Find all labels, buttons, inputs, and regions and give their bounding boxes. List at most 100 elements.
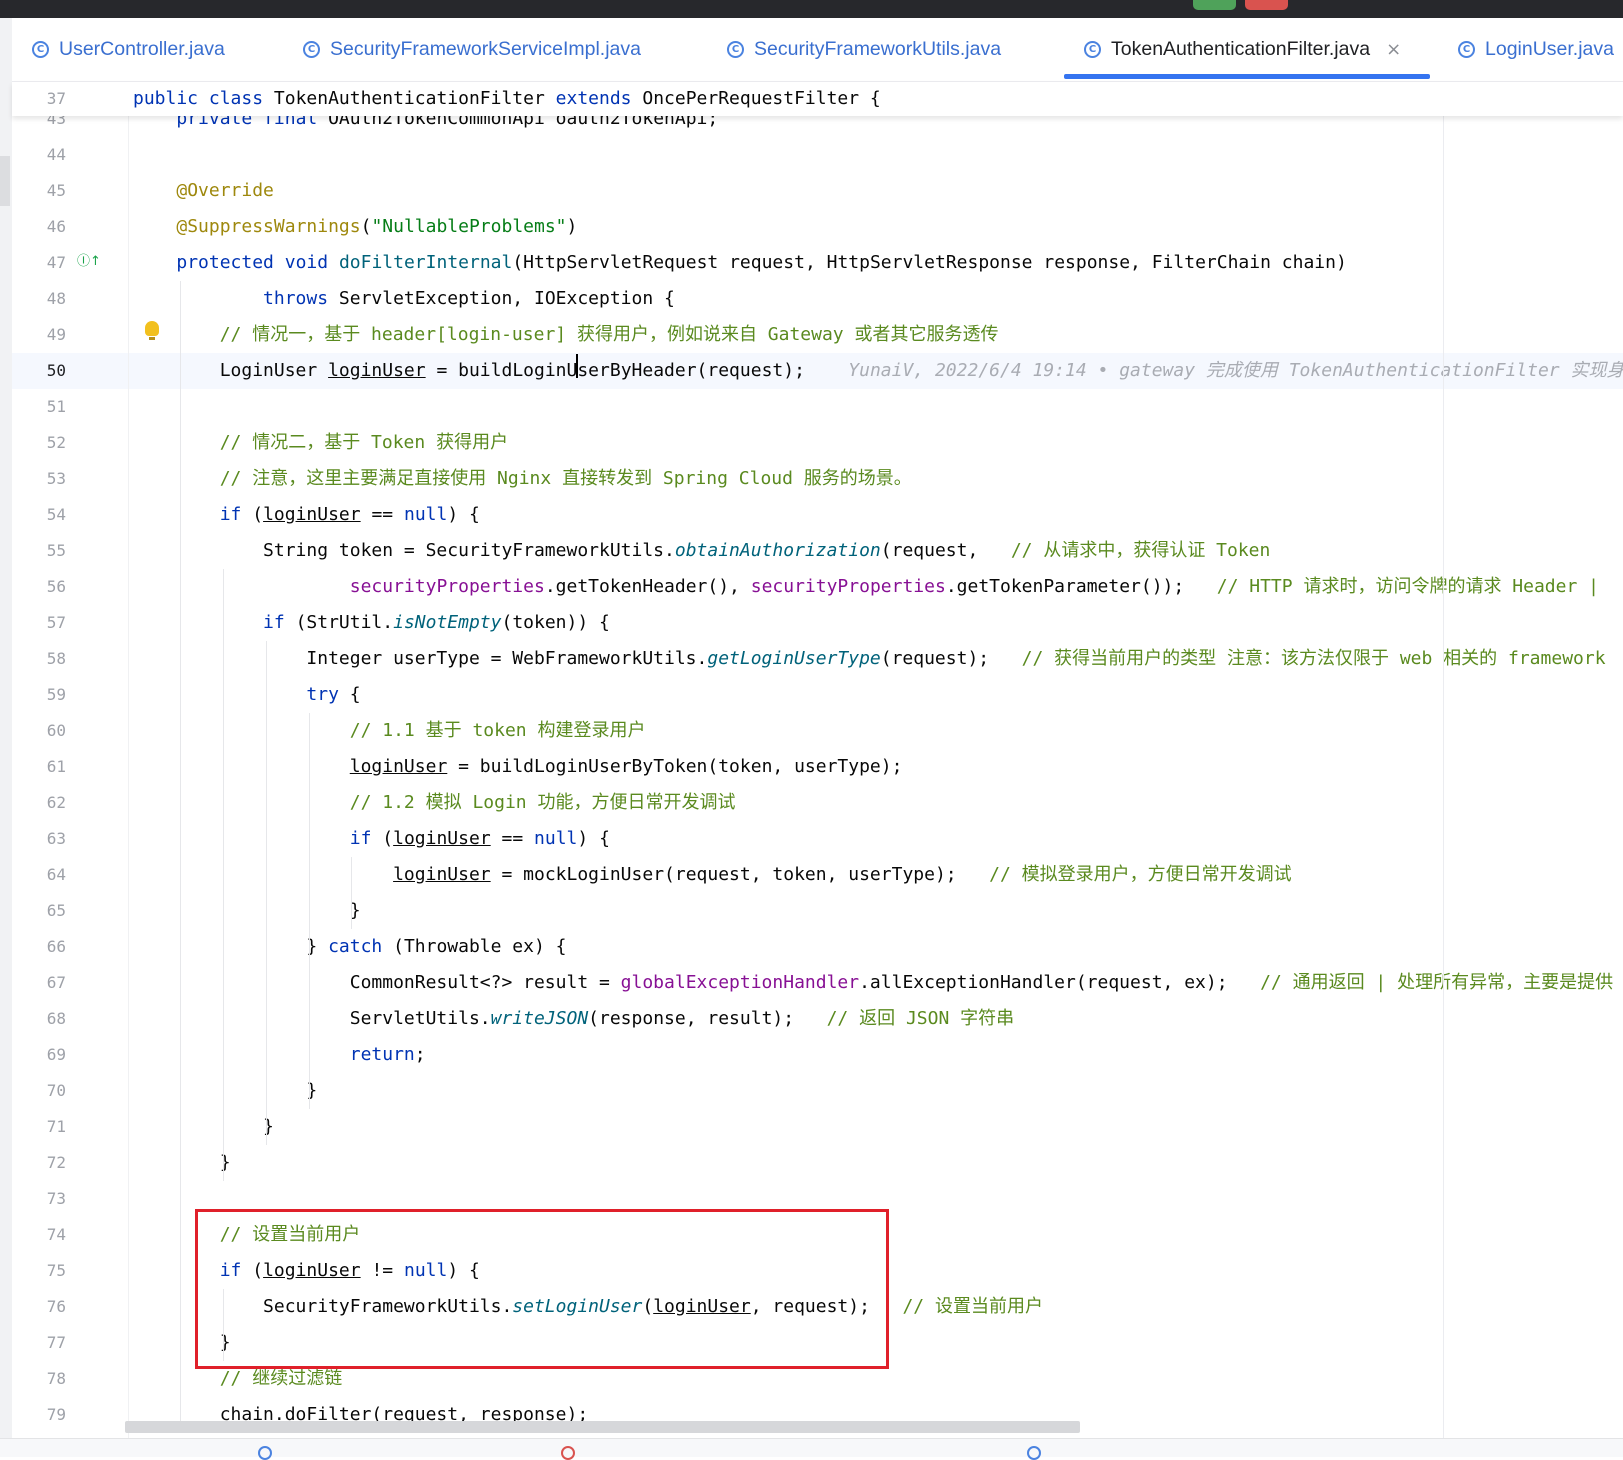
code-line[interactable]: if (StrUtil.isNotEmpty(token)) { — [133, 605, 610, 641]
code-line[interactable]: // 情况二，基于 Token 获得用户 — [133, 425, 508, 461]
tab-label: UserController.java — [59, 38, 225, 60]
code-line[interactable]: loginUser = mockLoginUser(request, token… — [133, 857, 1292, 893]
code-line[interactable]: CommonResult<?> result = globalException… — [133, 965, 1613, 1001]
left-strip-marker — [0, 156, 10, 206]
code-line[interactable]: } — [133, 1145, 231, 1181]
code-line[interactable]: protected void doFilterInternal(HttpServ… — [133, 245, 1346, 281]
tab-security-framework-utils[interactable]: C SecurityFrameworkUtils.java — [727, 18, 1001, 81]
code-line[interactable]: @Override — [133, 173, 274, 209]
indent-guide — [266, 641, 267, 1145]
line-number: 73 — [46, 1189, 66, 1208]
line-number: 77 — [46, 1333, 66, 1352]
line-number: 58 — [46, 649, 66, 668]
code-line[interactable]: Integer userType = WebFrameworkUtils.get… — [133, 641, 1605, 677]
line-number: 51 — [46, 397, 66, 416]
editor-tab-bar: C UserController.java C SecurityFramewor… — [12, 18, 1623, 82]
line-number: 67 — [46, 973, 66, 992]
line-number: 46 — [46, 217, 66, 236]
line-number: 59 — [46, 685, 66, 704]
code-line[interactable]: return; — [133, 1037, 426, 1073]
lightbulb-icon[interactable] — [145, 321, 159, 340]
status-bar — [0, 1438, 1623, 1460]
line-number: 54 — [46, 505, 66, 524]
line-number: 69 — [46, 1045, 66, 1064]
line-number: 76 — [46, 1297, 66, 1316]
code-line[interactable]: @SuppressWarnings("NullableProblems") — [133, 209, 577, 245]
tab-label: LoginUser.java — [1485, 38, 1614, 60]
sticky-header-code: public class TokenAuthenticationFilter e… — [133, 88, 881, 109]
line-number: 66 — [46, 937, 66, 956]
title-bar-green-chip — [1193, 0, 1236, 10]
code-line[interactable]: securityProperties.getTokenHeader(), sec… — [133, 569, 1610, 605]
class-c-icon: C — [303, 41, 320, 58]
horizontal-scrollbar[interactable] — [125, 1421, 1080, 1433]
line-number: 74 — [46, 1225, 66, 1244]
tab-label: TokenAuthenticationFilter.java — [1111, 38, 1371, 60]
close-icon[interactable]: × — [1386, 39, 1401, 60]
class-c-icon: C — [1458, 41, 1475, 58]
code-line[interactable]: loginUser = buildLoginUserByToken(token,… — [133, 749, 903, 785]
line-number: 61 — [46, 757, 66, 776]
tab-login-user[interactable]: C LoginUser.java — [1458, 18, 1614, 81]
line-number: 57 — [46, 613, 66, 632]
sticky-scroll-header[interactable]: 37 public class TokenAuthenticationFilte… — [12, 82, 1623, 116]
line-number: 53 — [46, 469, 66, 488]
tab-label: SecurityFrameworkServiceImpl.java — [330, 38, 642, 60]
code-line[interactable]: // 情况一，基于 header[login-user] 获得用户，例如说来自 … — [133, 317, 999, 353]
line-number: 37 — [46, 89, 66, 108]
code-line[interactable]: } — [133, 893, 361, 929]
code-line[interactable]: } catch (Throwable ex) { — [133, 929, 566, 965]
code-line[interactable]: // 1.1 基于 token 构建登录用户 — [133, 713, 646, 749]
line-number: 70 — [46, 1081, 66, 1100]
code-line[interactable]: if (loginUser == null) { — [133, 497, 480, 533]
line-number: 44 — [46, 145, 66, 164]
line-number: 68 — [46, 1009, 66, 1028]
line-number: 63 — [46, 829, 66, 848]
line-number: 52 — [46, 433, 66, 452]
gutter-separator — [128, 82, 129, 1438]
line-number: 64 — [46, 865, 66, 884]
line-number: 56 — [46, 577, 66, 596]
code-line[interactable]: } — [133, 1109, 274, 1145]
tab-label: SecurityFrameworkUtils.java — [754, 38, 1002, 60]
line-number: 60 — [46, 721, 66, 740]
status-class-icon — [258, 1446, 272, 1460]
implements-method-icon[interactable]: Ⓘ↑ — [77, 250, 101, 269]
class-c-icon: C — [727, 41, 744, 58]
window-title-bar — [0, 0, 1623, 18]
active-tab-indicator — [1064, 74, 1430, 79]
line-number: 48 — [46, 289, 66, 308]
line-number: 49 — [46, 325, 66, 344]
class-c-icon: C — [32, 41, 49, 58]
line-number: 65 — [46, 901, 66, 920]
status-error-icon — [561, 1446, 575, 1460]
indent-guide — [223, 569, 224, 1181]
git-blame-annotation: YunaiV, 2022/6/4 19:14 • gateway 完成使用 To… — [804, 360, 1623, 381]
line-number: 45 — [46, 181, 66, 200]
line-number: 50 — [46, 361, 66, 380]
right-margin-guide — [1443, 82, 1444, 1438]
status-class-icon — [1027, 1446, 1041, 1460]
line-number: 47 — [46, 253, 66, 272]
line-number: 55 — [46, 541, 66, 560]
code-line[interactable]: if (loginUser == null) { — [133, 821, 610, 857]
text-caret — [576, 354, 578, 378]
code-line[interactable]: throws ServletException, IOException { — [133, 281, 675, 317]
code-line[interactable]: // 注意，这里主要满足直接使用 Nginx 直接转发到 Spring Clou… — [133, 461, 912, 497]
indent-guide — [309, 713, 310, 1109]
line-number: 75 — [46, 1261, 66, 1280]
code-line[interactable]: String token = SecurityFrameworkUtils.ob… — [133, 533, 1270, 569]
indent-guide — [180, 281, 181, 1433]
code-line[interactable]: try { — [133, 677, 360, 713]
tab-user-controller[interactable]: C UserController.java — [32, 18, 225, 81]
code-line[interactable]: } — [133, 1073, 317, 1109]
highlight-box — [195, 1209, 889, 1369]
code-line[interactable]: LoginUser loginUser = buildLoginUserByHe… — [133, 353, 1623, 389]
class-c-icon: C — [1084, 41, 1101, 58]
tab-token-authentication-filter[interactable]: C TokenAuthenticationFilter.java × — [1084, 18, 1401, 81]
line-number: 71 — [46, 1117, 66, 1136]
tab-security-framework-service-impl[interactable]: C SecurityFrameworkServiceImpl.java — [303, 18, 641, 81]
line-number: 79 — [46, 1405, 66, 1424]
line-number: 62 — [46, 793, 66, 812]
line-number: 72 — [46, 1153, 66, 1172]
